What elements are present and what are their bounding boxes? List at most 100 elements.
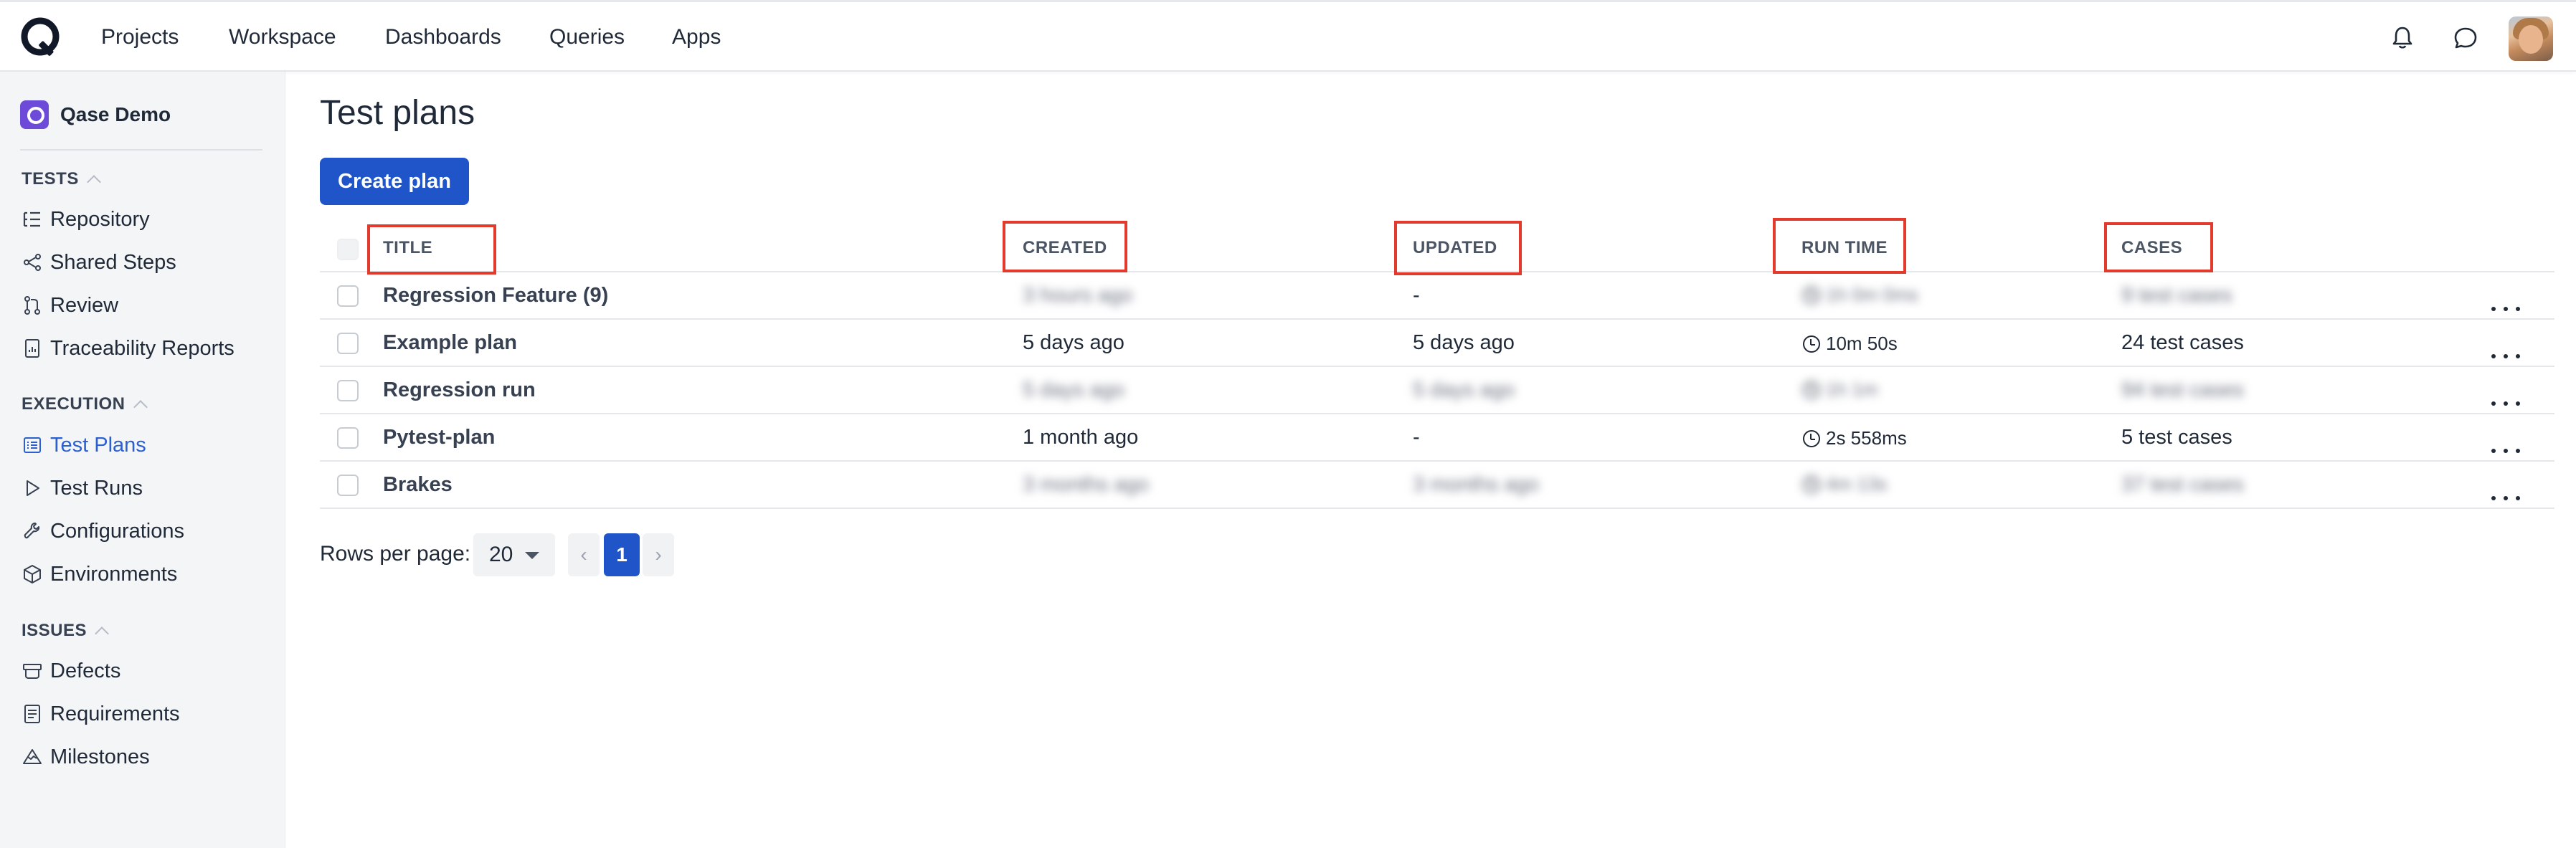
- project-selector[interactable]: Qase Demo: [20, 99, 171, 130]
- git-pull-request-icon: [24, 296, 40, 315]
- plan-updated: 5 days ago: [1413, 378, 1515, 401]
- chevron-up-icon: [133, 400, 148, 414]
- avatar-face: [2519, 25, 2543, 54]
- plan-runtime: 10m 50s: [1803, 333, 1898, 355]
- pagination-page-current[interactable]: 1: [604, 533, 640, 576]
- clock-icon: [1803, 335, 1820, 353]
- pagination-next-button[interactable]: ›: [643, 533, 674, 576]
- plan-updated: -: [1413, 284, 1420, 307]
- sidebar-item-repository[interactable]: Repository: [22, 205, 150, 234]
- row-actions-button[interactable]: [2491, 333, 2534, 358]
- plan-runtime-value: 2s 558ms: [1826, 427, 1907, 449]
- row-checkbox[interactable]: [337, 475, 359, 496]
- row-actions-button[interactable]: [2491, 285, 2534, 311]
- row-checkbox[interactable]: [337, 427, 359, 449]
- sidebar-item-configurations[interactable]: Configurations: [22, 517, 184, 546]
- more-horizontal-icon: [2491, 298, 2520, 320]
- nav-apps[interactable]: Apps: [672, 25, 721, 49]
- rows-per-page-select[interactable]: 20: [473, 533, 555, 576]
- chevron-up-icon: [95, 627, 109, 641]
- table-row[interactable]: Brakes 3 months ago 3 months ago 4m 13s …: [320, 462, 2554, 509]
- row-actions-button[interactable]: [2491, 380, 2534, 406]
- row-checkbox[interactable]: [337, 333, 359, 354]
- row-actions-button[interactable]: [2491, 475, 2534, 500]
- sidebar-item-label: Review: [50, 293, 119, 317]
- nav-projects[interactable]: Projects: [101, 25, 179, 49]
- sidebar-item-label: Test Runs: [50, 476, 143, 500]
- rows-per-page-value: 20: [489, 543, 513, 566]
- sidebar-item-defects[interactable]: Defects: [22, 657, 120, 685]
- page-title: Test plans: [320, 94, 475, 132]
- plan-runtime: 2s 558ms: [1803, 427, 1907, 449]
- section-issues-label: ISSUES: [22, 621, 87, 640]
- select-all-checkbox[interactable]: [337, 239, 359, 260]
- chevron-up-icon: [86, 175, 101, 189]
- highlight-box-run-time: [1773, 218, 1906, 274]
- qase-logo-icon[interactable]: [19, 15, 63, 59]
- sidebar-item-label: Shared Steps: [50, 250, 176, 274]
- plan-title[interactable]: Pytest-plan: [383, 426, 495, 449]
- test-plans-icon: [24, 437, 41, 453]
- sidebar-item-test-runs[interactable]: Test Runs: [22, 474, 143, 502]
- caret-down-icon: [525, 552, 539, 559]
- section-execution[interactable]: EXECUTION: [22, 394, 148, 414]
- sidebar-item-label: Test Plans: [50, 433, 146, 457]
- list-tree-icon: [23, 211, 40, 227]
- plan-created: 3 months ago: [1023, 473, 1149, 496]
- plan-runtime-value: 4m 13s: [1826, 473, 1888, 495]
- section-issues[interactable]: ISSUES: [22, 621, 109, 641]
- nav-workspace[interactable]: Workspace: [229, 25, 336, 49]
- project-logo-icon: [20, 100, 49, 129]
- defects-icon: [23, 664, 42, 679]
- sidebar-item-label: Traceability Reports: [50, 336, 235, 360]
- create-plan-button[interactable]: Create plan: [320, 158, 469, 205]
- share-nodes-icon: [24, 254, 41, 271]
- plan-runtime-value: 1h 0m 0ms: [1826, 284, 1918, 305]
- table-row[interactable]: Regression run 5 days ago 5 days ago 1h …: [320, 367, 2554, 414]
- row-actions-button[interactable]: [2491, 427, 2534, 453]
- plan-title[interactable]: Regression run: [383, 378, 536, 402]
- bell-icon[interactable]: [2388, 24, 2417, 52]
- table-header: TITLE CREATED UPDATED RUN TIME CASES: [320, 215, 2554, 275]
- sidebar-item-milestones[interactable]: Milestones: [22, 743, 150, 771]
- row-checkbox[interactable]: [337, 380, 359, 401]
- table-row[interactable]: Regression Feature (9) 3 hours ago - 1h …: [320, 272, 2554, 320]
- sidebar-item-review[interactable]: Review: [22, 291, 118, 320]
- play-icon: [27, 480, 39, 496]
- sidebar-item-label: Requirements: [50, 702, 180, 725]
- highlight-box-created: [1003, 221, 1127, 272]
- sidebar-item-requirements[interactable]: Requirements: [22, 700, 180, 728]
- rows-per-page-label: Rows per page:: [320, 542, 471, 566]
- plan-title[interactable]: Regression Feature (9): [383, 284, 608, 308]
- more-horizontal-icon: [2491, 487, 2520, 509]
- mountain-icon: [23, 749, 42, 764]
- avatar[interactable]: [2509, 16, 2553, 61]
- sidebar-divider: [20, 149, 262, 151]
- sidebar-item-environments[interactable]: Environments: [22, 560, 177, 589]
- chat-icon[interactable]: [2451, 24, 2480, 52]
- sidebar-item-test-plans[interactable]: Test Plans: [22, 431, 146, 459]
- more-horizontal-icon: [2491, 440, 2520, 462]
- plan-created: 5 days ago: [1023, 331, 1124, 354]
- sidebar-item-shared-steps[interactable]: Shared Steps: [22, 248, 176, 277]
- sidebar-item-traceability-reports[interactable]: Traceability Reports: [22, 334, 235, 363]
- pagination-prev-button[interactable]: ‹: [568, 533, 600, 576]
- clock-icon: [1803, 286, 1820, 304]
- nav-queries[interactable]: Queries: [549, 25, 625, 49]
- highlight-box-cases: [2104, 222, 2213, 272]
- plan-updated: 5 days ago: [1413, 331, 1515, 354]
- plan-created: 1 month ago: [1023, 426, 1139, 449]
- table-row[interactable]: Example plan 5 days ago 5 days ago 10m 5…: [320, 320, 2554, 367]
- plan-title[interactable]: Brakes: [383, 473, 453, 497]
- clock-icon: [1803, 381, 1820, 399]
- sidebar-item-label: Defects: [50, 659, 121, 682]
- plan-updated: -: [1413, 426, 1420, 449]
- plan-title[interactable]: Example plan: [383, 331, 517, 355]
- wrench-icon: [24, 523, 40, 539]
- nav-dashboards[interactable]: Dashboards: [385, 25, 501, 49]
- section-tests[interactable]: TESTS: [22, 169, 101, 189]
- table-row[interactable]: Pytest-plan 1 month ago - 2s 558ms 5 tes…: [320, 414, 2554, 462]
- plan-cases: 24 test cases: [2121, 331, 2244, 354]
- row-checkbox[interactable]: [337, 285, 359, 307]
- plan-cases: 37 test cases: [2121, 473, 2244, 496]
